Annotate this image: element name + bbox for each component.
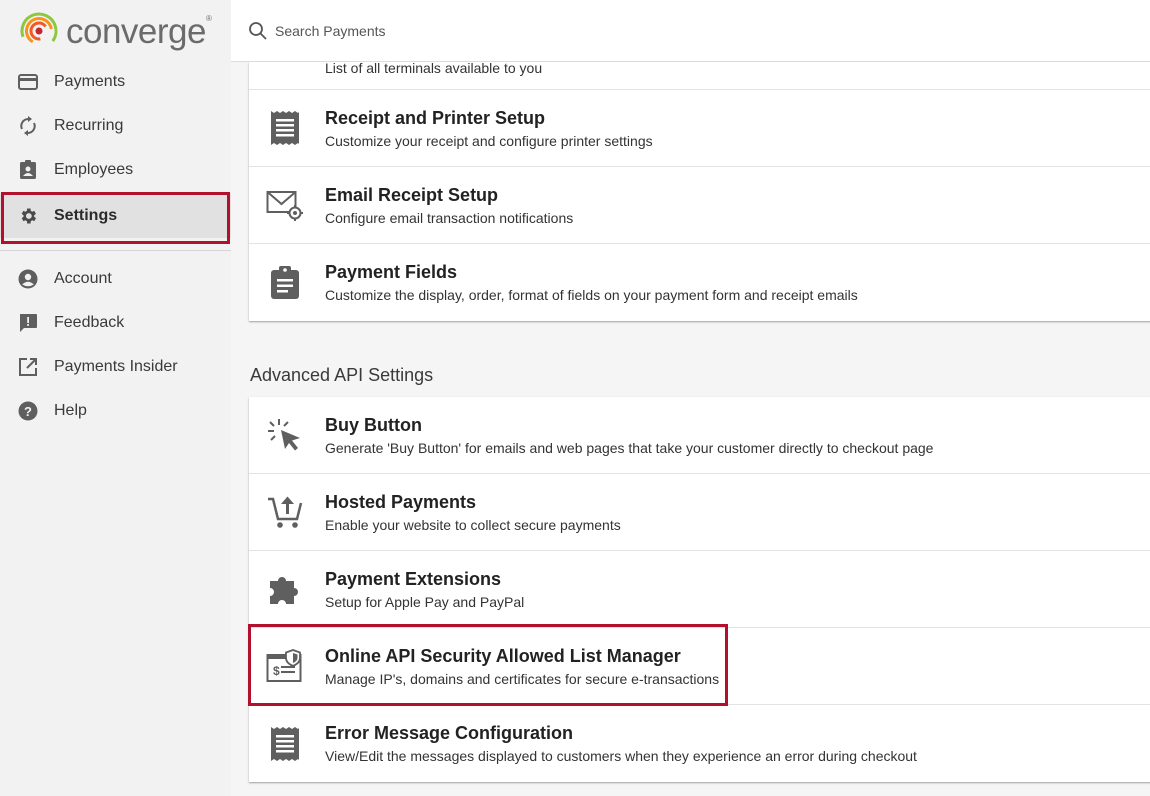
gear-icon <box>17 205 39 227</box>
svg-text:?: ? <box>24 404 32 419</box>
badge-icon <box>17 159 39 181</box>
settings-row-receipt-printer[interactable]: Receipt and Printer Setup Customize your… <box>249 90 1150 167</box>
sidebar-item-label: Recurring <box>54 117 124 134</box>
sidebar-item-label: Employees <box>54 161 134 178</box>
settings-row-hosted-payments[interactable]: Hosted Payments Enable your website to c… <box>249 474 1150 551</box>
row-description: View/Edit the messages displayed to cust… <box>325 748 917 764</box>
feedback-icon <box>17 312 39 334</box>
sidebar: converge ® Payments Recurring Employees … <box>0 0 231 796</box>
row-description: Manage IP's, domains and certificates fo… <box>325 671 720 687</box>
sidebar-item-label: Account <box>54 270 112 287</box>
settings-row-error-message-config[interactable]: Error Message Configuration View/Edit th… <box>249 705 1150 782</box>
settings-card-group: List of all terminals available to you R… <box>249 62 1150 321</box>
credit-card-icon <box>17 71 39 93</box>
svg-text:$: $ <box>273 664 280 678</box>
sidebar-item-label: Feedback <box>54 314 125 331</box>
sidebar-item-label: Help <box>54 402 87 419</box>
row-title: Online API Security Allowed List Manager <box>325 646 681 666</box>
row-description: Customize your receipt and configure pri… <box>325 133 653 149</box>
row-description: Configure email transaction notification… <box>325 210 574 226</box>
converge-logo-icon <box>20 12 58 50</box>
brand-name: converge <box>66 11 206 51</box>
puzzle-icon <box>265 569 305 609</box>
sync-icon <box>17 115 39 137</box>
clipboard-icon <box>265 263 305 303</box>
sidebar-item-label: Payments Insider <box>54 358 178 375</box>
open-external-icon <box>17 356 39 378</box>
top-bar <box>231 0 1150 62</box>
settings-row-email-receipt[interactable]: Email Receipt Setup Configure email tran… <box>249 167 1150 244</box>
security-certificate-icon: $ <box>265 646 305 686</box>
row-description: Customize the display, order, format of … <box>325 287 858 303</box>
row-title: Receipt and Printer Setup <box>325 108 546 128</box>
sidebar-item-payments[interactable]: Payments <box>0 60 231 104</box>
row-title: Payment Fields <box>325 262 458 282</box>
receipt-icon <box>265 108 305 148</box>
settings-row-payment-extensions[interactable]: Payment Extensions Setup for Apple Pay a… <box>249 551 1150 628</box>
converge-logo[interactable]: converge ® <box>20 10 212 52</box>
row-title: Error Message Configuration <box>325 723 574 743</box>
row-description: Enable your website to collect secure pa… <box>325 517 621 533</box>
search-input[interactable] <box>275 15 875 46</box>
row-title: Email Receipt Setup <box>325 185 499 205</box>
sidebar-item-employees[interactable]: Employees <box>0 148 231 192</box>
sidebar-item-settings[interactable]: Settings <box>0 193 231 238</box>
advanced-api-card-group: Buy Button Generate 'Buy Button' for ema… <box>249 397 1150 782</box>
row-description: Generate 'Buy Button' for emails and web… <box>325 440 934 456</box>
section-title-advanced-api: Advanced API Settings <box>250 365 434 385</box>
sidebar-divider <box>0 250 231 251</box>
sidebar-item-account[interactable]: Account <box>0 257 231 301</box>
cursor-click-icon <box>265 415 305 455</box>
row-title: Payment Extensions <box>325 569 502 589</box>
receipt-icon <box>265 724 305 764</box>
settings-row-buy-button[interactable]: Buy Button Generate 'Buy Button' for ema… <box>249 397 1150 474</box>
search-icon <box>248 21 268 41</box>
row-description: Setup for Apple Pay and PayPal <box>325 594 525 610</box>
brand-trademark: ® <box>205 14 212 23</box>
sidebar-item-label: Settings <box>54 206 118 224</box>
settings-row-payment-fields[interactable]: Payment Fields Customize the display, or… <box>249 244 1150 321</box>
sidebar-item-payments-insider[interactable]: Payments Insider <box>0 345 231 389</box>
sidebar-item-help[interactable]: ? Help <box>0 389 231 433</box>
settings-row-api-security-allowed-list[interactable]: $ Online API Security Allowed List Manag… <box>249 628 1150 705</box>
sidebar-item-recurring[interactable]: Recurring <box>0 104 231 148</box>
settings-row-terminals[interactable]: List of all terminals available to you <box>249 62 1150 90</box>
help-icon: ? <box>17 400 39 422</box>
row-title: Buy Button <box>325 415 422 435</box>
row-title: Hosted Payments <box>325 492 477 512</box>
row-description: List of all terminals available to you <box>325 62 543 76</box>
sidebar-item-label: Payments <box>54 73 126 90</box>
email-settings-icon <box>265 185 305 225</box>
cart-upload-icon <box>265 492 305 532</box>
settings-main: List of all terminals available to you R… <box>231 62 1150 796</box>
sidebar-item-feedback[interactable]: Feedback <box>0 301 231 345</box>
account-circle-icon <box>17 268 39 290</box>
